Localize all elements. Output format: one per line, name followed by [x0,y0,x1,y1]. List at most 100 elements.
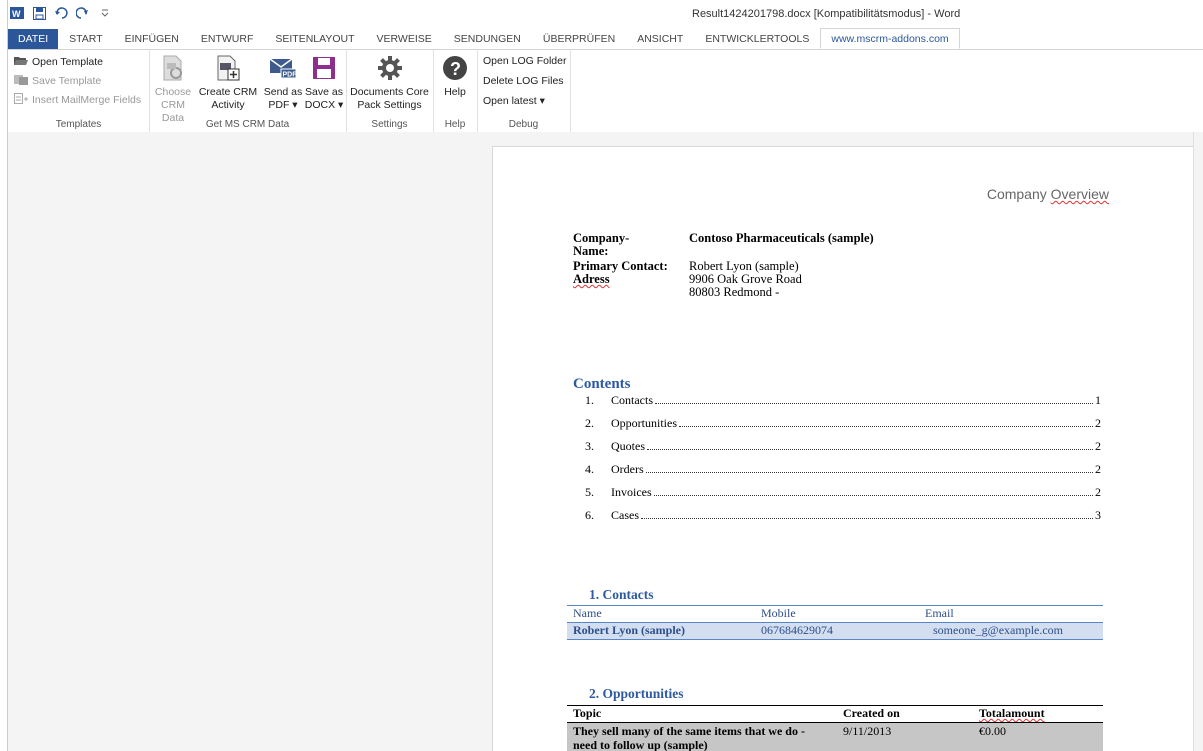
document-page[interactable]: Company Overview Company- Name: Contoso … [492,146,1196,751]
contact-name: Robert Lyon (sample) [573,623,685,637]
toc-entry[interactable]: 4. Orders 2 [585,462,1101,476]
header-title-part-1: Company [986,186,1051,202]
group-get-crm-data: Choose CRM Data Create CRM Activity PDF … [149,50,347,132]
tab-seitenlayout[interactable]: SEITENLAYOUT [264,29,365,49]
save-as-docx-button[interactable]: Save as DOCX ▾ [304,54,344,112]
toc-title: Contacts [611,393,653,407]
ribbon: Open Template Save Template Insert MailM… [8,49,1203,133]
toc-page: 1 [1095,393,1101,407]
ribbon-tabs: DATEI START EINFÜGEN ENTWURF SEITENLAYOU… [8,28,1203,49]
quick-access-toolbar: W [10,6,112,20]
toc-title: Opportunities [611,416,677,430]
table-header-row: Topic Created on Totalamount [567,706,1103,721]
toc-leader [679,426,1093,427]
vertical-scrollbar[interactable] [1193,132,1203,751]
tab-ansicht[interactable]: ANSICHT [626,29,694,49]
tab-entwicklertools[interactable]: ENTWICKLERTOOLS [694,29,820,49]
table-header-row: Name Mobile Email [567,606,1103,621]
create-activity-icon [214,54,242,82]
header-totalamount: Totalamount [979,706,1045,720]
group-settings: Documents Core Pack Settings Settings [346,50,434,132]
floppy-disk-icon [310,54,338,82]
company-name-label: Company- Name: [573,232,629,258]
pdf-mail-icon: PDF [269,54,297,82]
table-row[interactable]: They sell many of the same items that we… [567,722,1103,751]
insert-field-icon [14,93,28,107]
send-as-pdf-button[interactable]: PDF Send as PDF ▾ [263,54,303,112]
toc-title: Quotes [611,439,645,453]
document-title: Result1424201798.docx [Kompatibilitätsmo… [692,8,961,20]
group-help: ? Help Help [433,50,478,132]
delete-log-files-button[interactable]: Delete LOG Files [483,75,564,87]
save-icon[interactable] [32,6,46,20]
header-name: Name [573,606,602,620]
open-latest-button[interactable]: Open latest ▾ [483,95,545,107]
tab-entwurf[interactable]: ENTWURF [190,29,265,49]
address-label: Adress [573,272,610,286]
tab-ueberpruefen[interactable]: ÜBERPRÜFEN [532,29,626,49]
tab-sendungen[interactable]: SENDUNGEN [443,29,532,49]
group-debug: Open LOG Folder Delete LOG Files Open la… [477,50,571,132]
toc-title: Orders [611,462,644,476]
company-name-value: Contoso Pharmaceuticals (sample) [689,231,874,245]
toc-leader [641,518,1093,519]
toc-leader [653,495,1093,496]
toc-title: Cases [611,508,639,522]
contact-mobile: 067684629074 [761,623,833,637]
toc-entry[interactable]: 2. Opportunities 2 [585,416,1101,430]
word-app-icon[interactable]: W [10,6,24,20]
svg-text:PDF: PDF [283,72,298,79]
insert-mailmerge-button[interactable]: Insert MailMerge Fields [14,91,141,109]
address-line-2: 80803 Redmond - [689,285,780,299]
save-template-button[interactable]: Save Template [14,72,101,90]
header-created-on: Created on [843,706,900,720]
gear-icon [376,54,404,82]
toc-page: 3 [1095,508,1101,522]
word-window: W Result1424201798.docx [Kompatibilitäts… [7,0,1203,751]
customize-toolbar-icon[interactable] [98,6,112,20]
header-title: Company Overview [987,186,1109,202]
create-crm-label-2: Activity [211,99,245,111]
choose-crm-icon [159,54,187,82]
toc-title: Invoices [611,485,652,499]
contacts-heading: 1. Contacts [589,587,654,602]
toc-number: 1. [585,393,594,407]
toc-entry[interactable]: 3. Quotes 2 [585,439,1101,453]
tab-einfuegen[interactable]: EINFÜGEN [114,29,190,49]
open-template-label: Open Template [32,56,104,68]
toc-number: 6. [585,508,594,522]
document-workspace: Company Overview Company- Name: Contoso … [8,132,1203,751]
toc-entry[interactable]: 1. Contacts 1 [585,393,1101,407]
tab-datei[interactable]: DATEI [8,29,59,49]
open-log-folder-button[interactable]: Open LOG Folder [483,55,566,67]
company-label-line-2: Name: [573,244,609,258]
table-row[interactable]: Robert Lyon (sample) 067684629074 someon… [567,622,1103,640]
help-label: Help [444,86,466,98]
tab-start[interactable]: START [58,29,113,49]
choose-crm-label-1: Choose [154,86,192,98]
open-template-button[interactable]: Open Template [14,53,103,71]
save-as-label-1: Save as [305,86,343,98]
opportunity-topic-line-1: They sell many of the same items that we… [573,724,805,738]
create-crm-activity-button[interactable]: Create CRM Activity [197,54,259,112]
choose-crm-data-button[interactable]: Choose CRM Data [152,54,194,125]
group-templates: Open Template Save Template Insert MailM… [8,50,150,132]
tab-mscrm-addons[interactable]: www.mscrm-addons.com [820,28,960,49]
insert-mailmerge-label: Insert MailMerge Fields [32,94,142,106]
opportunities-table: Topic Created on Totalamount They sell m… [567,705,1103,751]
toc-entry[interactable]: 6. Cases 3 [585,508,1101,522]
redo-icon[interactable] [76,6,90,20]
contact-email: someone_g@example.com [933,623,1064,637]
help-button[interactable]: ? Help [437,54,473,99]
toc-number: 4. [585,462,594,476]
title-bar: W Result1424201798.docx [Kompatibilitäts… [8,0,1203,30]
toc-leader [647,449,1093,450]
header-mobile: Mobile [761,606,796,620]
group-label-settings: Settings [371,119,408,130]
toc-entry[interactable]: 5. Invoices 2 [585,485,1101,499]
undo-icon[interactable] [54,6,68,20]
tab-verweise[interactable]: VERWEISE [366,29,443,49]
header-title-part-2: Overview [1050,186,1109,202]
save-template-label: Save Template [32,75,102,87]
documents-core-settings-button[interactable]: Documents Core Pack Settings [349,54,430,112]
